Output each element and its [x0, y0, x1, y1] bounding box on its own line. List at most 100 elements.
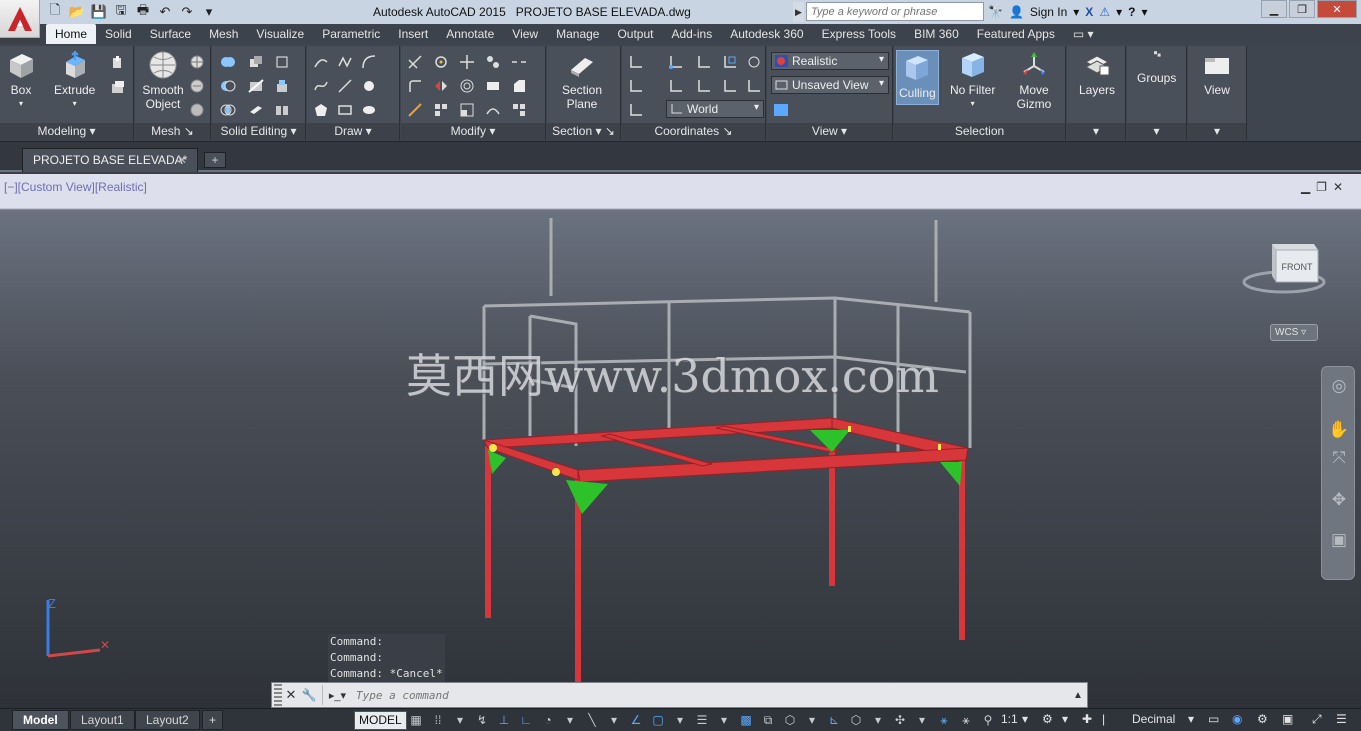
ucs-object-icon[interactable] [746, 54, 762, 70]
chevron-down-icon[interactable]: ▾ [670, 711, 690, 730]
join-icon[interactable] [511, 102, 527, 118]
break-icon[interactable] [511, 54, 527, 70]
box-button[interactable]: Box ▾ [6, 50, 36, 111]
chevron-down-icon[interactable]: ▾ [868, 711, 888, 730]
model-space-toggle[interactable]: MODEL [354, 711, 407, 730]
open-folder-icon[interactable]: 📂 [68, 3, 86, 21]
interfere-icon[interactable] [248, 54, 264, 70]
close-command-line-icon[interactable]: ✕ [282, 687, 300, 703]
chevron-down-icon[interactable]: ▾ [802, 711, 822, 730]
command-prompt-icon[interactable]: ▸_▾ [322, 685, 352, 705]
ucs-x-icon[interactable] [668, 78, 684, 94]
panel-title-section[interactable]: Section ▾ ↘ [547, 123, 620, 140]
tab-mesh[interactable]: Mesh [200, 24, 247, 44]
line-icon[interactable] [313, 54, 329, 70]
chevron-down-icon[interactable]: ▾ [450, 711, 470, 730]
units-selector[interactable]: Decimal [1132, 712, 1175, 726]
dynamic-ucs-icon[interactable]: ⊾ [824, 711, 844, 730]
isolate-objects-icon[interactable]: ◉ [1232, 712, 1242, 726]
zoom-extents-icon[interactable]: ⤧ [1328, 447, 1350, 469]
culling-button[interactable]: Culling [896, 50, 939, 105]
user-icon[interactable]: 👤 [1009, 5, 1024, 19]
trim-icon[interactable] [407, 54, 423, 70]
chamfer-icon[interactable] [511, 78, 527, 94]
chevron-down-icon[interactable]: ▾ [560, 711, 580, 730]
chevron-down-icon[interactable]: ▾ [604, 711, 624, 730]
customization-menu-icon[interactable]: ☰ [1336, 712, 1347, 726]
ribbon-options-icon[interactable]: ▭ ▾ [1064, 24, 1103, 44]
orbit-icon[interactable]: ✥ [1328, 489, 1350, 511]
move-gizmo-button[interactable]: Move Gizmo [1016, 50, 1052, 111]
fullscreen-icon[interactable]: ⤢ [1312, 712, 1322, 727]
intersect-icon[interactable] [220, 102, 236, 118]
mesh-refine-icon[interactable] [189, 102, 205, 118]
tab-bim-360[interactable]: BIM 360 [905, 24, 968, 44]
annotation-visibility-icon[interactable]: ⚹ [934, 711, 954, 730]
layout-tab-layout1[interactable]: Layout1 [70, 710, 135, 730]
view-button[interactable]: View [1202, 50, 1232, 97]
slice-icon[interactable] [248, 78, 264, 94]
tab-parametric[interactable]: Parametric [313, 24, 389, 44]
rectangle-icon[interactable] [337, 102, 353, 118]
rotate-icon[interactable] [433, 54, 449, 70]
workspace-gear-icon[interactable]: ⚙ [1042, 712, 1053, 726]
panel-expand-groups[interactable]: ▾ [1127, 123, 1186, 140]
tab-express-tools[interactable]: Express Tools [813, 24, 905, 44]
spline-icon[interactable] [313, 78, 329, 94]
minimize-button[interactable]: ▁ [1261, 0, 1287, 18]
fillet-icon[interactable] [407, 78, 423, 94]
tab-insert[interactable]: Insert [389, 24, 437, 44]
scale-icon[interactable] [459, 102, 475, 118]
pan-icon[interactable]: ✋ [1328, 419, 1350, 441]
panel-title-modify[interactable]: Modify ▾ [401, 123, 545, 140]
panel-title-view[interactable]: View ▾ [767, 123, 892, 140]
offset-icon[interactable] [459, 78, 475, 94]
arc-icon[interactable] [361, 54, 377, 70]
tab-autodesk-360[interactable]: Autodesk 360 [721, 24, 812, 44]
isodraft-icon[interactable]: ╲ [582, 711, 602, 730]
save-as-icon[interactable]: 🖫 [112, 2, 130, 21]
sign-in-link[interactable]: Sign In [1030, 5, 1067, 19]
layout-tab-layout2[interactable]: Layout2 [135, 710, 200, 730]
extrude-button[interactable]: Extrude ▾ [54, 50, 95, 111]
add-layout-button[interactable]: + [202, 710, 224, 730]
expand-arrow-icon[interactable]: ▶ [793, 2, 804, 22]
exchange-apps-icon[interactable]: X [1085, 5, 1093, 19]
ucs-origin-icon[interactable] [668, 54, 684, 70]
no-filter-button[interactable]: No Filter ▾ [950, 50, 995, 111]
explode-icon[interactable] [485, 102, 501, 118]
drag-grip-icon[interactable] [274, 684, 282, 706]
infer-constraints-icon[interactable]: ↯ [472, 711, 492, 730]
close-tab-icon[interactable]: ✕ [177, 153, 187, 167]
mirror-icon[interactable] [433, 78, 449, 94]
copy-icon[interactable] [485, 54, 501, 70]
tab-visualize[interactable]: Visualize [247, 24, 313, 44]
visual-style-dropdown[interactable]: Realistic [771, 52, 889, 70]
separate-icon[interactable] [274, 102, 290, 118]
layers-button[interactable]: Layers [1079, 50, 1115, 97]
chevron-down-icon[interactable]: ▾ [714, 711, 734, 730]
panel-expand-view[interactable]: ▾ [1188, 123, 1246, 140]
auto-scale-icon[interactable]: ⚹ [956, 711, 976, 730]
object-snap-tracking-icon[interactable]: ∠ [626, 711, 646, 730]
wcs-menu[interactable]: WCS ▿ [1270, 324, 1318, 341]
tab-manage[interactable]: Manage [547, 24, 608, 44]
section-plane-button[interactable]: Section Plane [562, 50, 602, 111]
a360-icon[interactable]: ⚠ [1099, 5, 1110, 19]
mesh-sphere-icon[interactable] [189, 54, 205, 70]
drawing-viewport[interactable]: [−][Custom View][Realistic] ▁ ❐ ✕ 莫西网www… [0, 174, 1361, 708]
3d-object-snap-icon[interactable]: ⬡ [780, 711, 800, 730]
help-search-input[interactable] [806, 2, 984, 21]
tab-surface[interactable]: Surface [141, 24, 200, 44]
object-snap-icon[interactable]: ▢ [648, 711, 668, 730]
viewport-config-icon[interactable] [773, 102, 789, 118]
snap-icon[interactable]: ⁞⁞ [428, 711, 448, 730]
panel-title-coordinates[interactable]: Coordinates ↘ [622, 123, 765, 140]
viewcube[interactable]: FRONT [1240, 236, 1326, 296]
annotation-monitor-icon[interactable]: ✚ [1082, 712, 1092, 726]
chevron-down-icon[interactable]: ▾ [1062, 712, 1068, 726]
erase-icon[interactable] [407, 102, 423, 118]
steering-wheel-icon[interactable]: ◎ [1328, 375, 1350, 397]
stretch-icon[interactable] [485, 78, 501, 94]
grid-icon[interactable]: ▦ [406, 711, 426, 730]
